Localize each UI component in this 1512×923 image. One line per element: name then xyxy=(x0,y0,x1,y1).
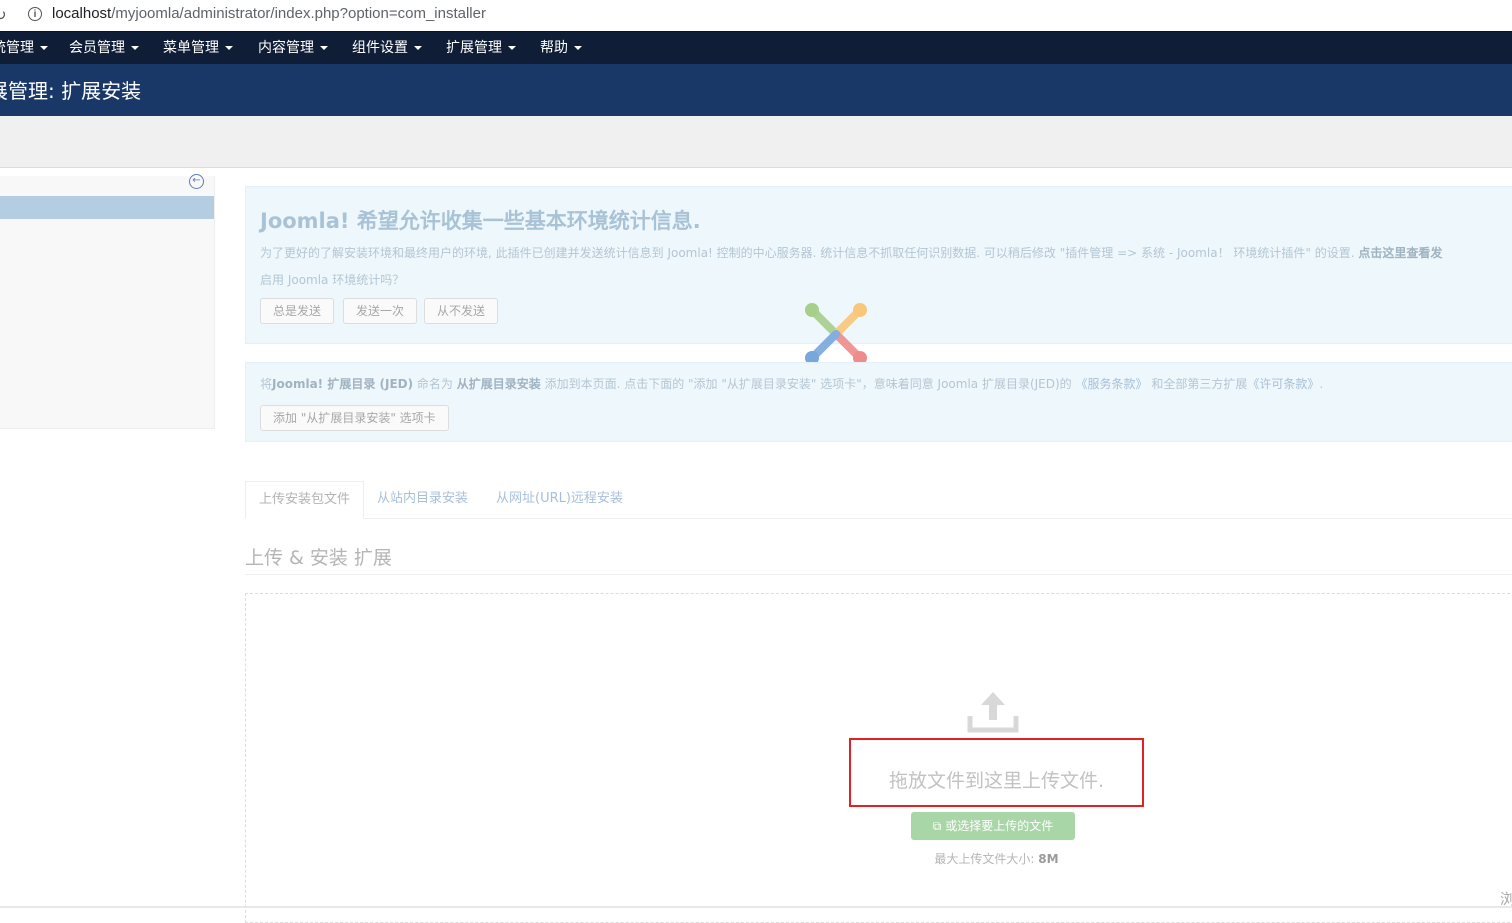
jed-alert: 将Joomla! 扩展目录 (JED) 命名为 从扩展目录安装 添加到本页面. … xyxy=(245,362,1512,442)
caret-down-icon xyxy=(320,46,328,50)
copy-icon: ⧉ xyxy=(932,819,946,833)
menu-label: 内容管理 xyxy=(258,40,314,56)
top-menu-bar: 统管理 会员管理 菜单管理 内容管理 组件设置 扩展管理 帮助 xyxy=(0,31,1512,65)
toolbar xyxy=(0,116,1512,168)
jed-text: . xyxy=(1319,377,1324,391)
collapse-sidebar-icon[interactable]: ← xyxy=(189,174,204,189)
tab-upload-package[interactable]: 上传安装包文件 xyxy=(245,481,365,519)
reload-icon[interactable]: ↻ xyxy=(0,6,7,24)
menu-label: 扩展管理 xyxy=(446,40,502,56)
jed-bold: 从扩展目录安装 xyxy=(456,377,541,391)
license-terms-link[interactable]: 《许可条款》 xyxy=(1247,377,1319,391)
jed-text: 将 xyxy=(260,377,273,391)
upload-icon xyxy=(967,692,1019,733)
add-jed-tab-button[interactable]: 添加 "从扩展目录安装" 选项卡 xyxy=(260,405,449,431)
caret-down-icon xyxy=(40,46,48,50)
menu-help[interactable]: 帮助 xyxy=(540,32,582,65)
url-host: localhost xyxy=(52,5,112,22)
stats-more-link[interactable]: 点击这里查看发 xyxy=(1358,246,1442,260)
caret-down-icon xyxy=(574,46,582,50)
sidebar: ← xyxy=(0,174,215,429)
select-file-button[interactable]: ⧉ 或选择要上传的文件 xyxy=(911,812,1075,840)
menu-label: 组件设置 xyxy=(352,40,408,56)
menu-content[interactable]: 内容管理 xyxy=(258,32,328,65)
tab-install-from-url[interactable]: 从网址(URL)远程安装 xyxy=(483,481,636,518)
menu-extensions[interactable]: 扩展管理 xyxy=(446,32,516,65)
menu-users[interactable]: 会员管理 xyxy=(69,32,139,65)
jed-paragraph: 将Joomla! 扩展目录 (JED) 命名为 从扩展目录安装 添加到本页面. … xyxy=(260,375,1323,392)
caret-down-icon xyxy=(414,46,422,50)
always-send-button[interactable]: 总是发送 xyxy=(260,298,335,324)
stats-paragraph-text: 为了更好的了解安装环境和最终用户的环境, 此插件已创建并发送统计信息到 Joom… xyxy=(260,246,1355,260)
menu-label: 帮助 xyxy=(540,40,568,56)
corner-text: 浏 xyxy=(1500,890,1512,908)
jed-text: 命名为 xyxy=(413,377,457,391)
drop-text: 拖放文件到这里上传文件. xyxy=(888,770,1105,792)
menu-components[interactable]: 组件设置 xyxy=(352,32,422,65)
menu-system[interactable]: 统管理 xyxy=(0,32,48,65)
caret-down-icon xyxy=(225,46,233,50)
jed-text: 添加到本页面. 点击下面的 "添加 "从扩展目录安装" 选项卡"，意味着同意 J… xyxy=(540,377,1076,391)
stats-heading: Joomla! 希望允许收集一些基本环境统计信息. xyxy=(260,209,701,233)
url-path: /myjoomla/administrator/index.php?option… xyxy=(111,5,486,22)
tab-install-from-folder[interactable]: 从站内目录安装 xyxy=(364,481,481,518)
caret-down-icon xyxy=(131,46,139,50)
jed-bold: Joomla! 扩展目录 (JED) xyxy=(272,377,414,391)
sidebar-item-active[interactable] xyxy=(0,196,214,219)
joomla-logo-icon xyxy=(805,303,867,365)
install-tabs: 上传安装包文件 从站内目录安装 从网址(URL)远程安装 xyxy=(245,481,1512,519)
upload-section-title: 上传 & 安装 扩展 xyxy=(245,547,392,569)
max-upload-size: 最大上传文件大小: 8M xyxy=(849,850,1144,867)
select-file-label: 或选择要上传的文件 xyxy=(945,819,1054,833)
menu-label: 菜单管理 xyxy=(163,40,219,56)
page-header: 展管理: 扩展安装 xyxy=(0,64,1512,116)
send-once-button[interactable]: 发送一次 xyxy=(343,298,418,324)
stats-paragraph: 为了更好的了解安装环境和最终用户的环境, 此插件已创建并发送统计信息到 Joom… xyxy=(260,244,1442,261)
divider xyxy=(245,574,1512,575)
stats-alert: Joomla! 希望允许收集一些基本环境统计信息. 为了更好的了解安装环境和最终… xyxy=(245,186,1512,344)
browser-address-bar[interactable]: ↻ i localhost/myjoomla/administrator/ind… xyxy=(0,0,1512,30)
stats-question: 启用 Joomla 环境统计吗？ xyxy=(260,273,405,287)
caret-down-icon xyxy=(508,46,516,50)
menu-label: 会员管理 xyxy=(69,40,125,56)
info-icon[interactable]: i xyxy=(28,7,42,21)
menu-menus[interactable]: 菜单管理 xyxy=(163,32,233,65)
jed-text: 和全部第三方扩展 xyxy=(1147,377,1248,391)
terms-of-service-link[interactable]: 《服务条款》 xyxy=(1076,377,1148,391)
max-size-value: 8M xyxy=(1038,852,1059,866)
max-size-label: 最大上传文件大小: xyxy=(934,852,1039,866)
menu-label: 统管理 xyxy=(0,40,34,56)
never-send-button[interactable]: 从不发送 xyxy=(424,298,499,324)
page-title: 展管理: 扩展安装 xyxy=(0,79,142,103)
address-url[interactable]: localhost/myjoomla/administrator/index.p… xyxy=(52,5,486,22)
